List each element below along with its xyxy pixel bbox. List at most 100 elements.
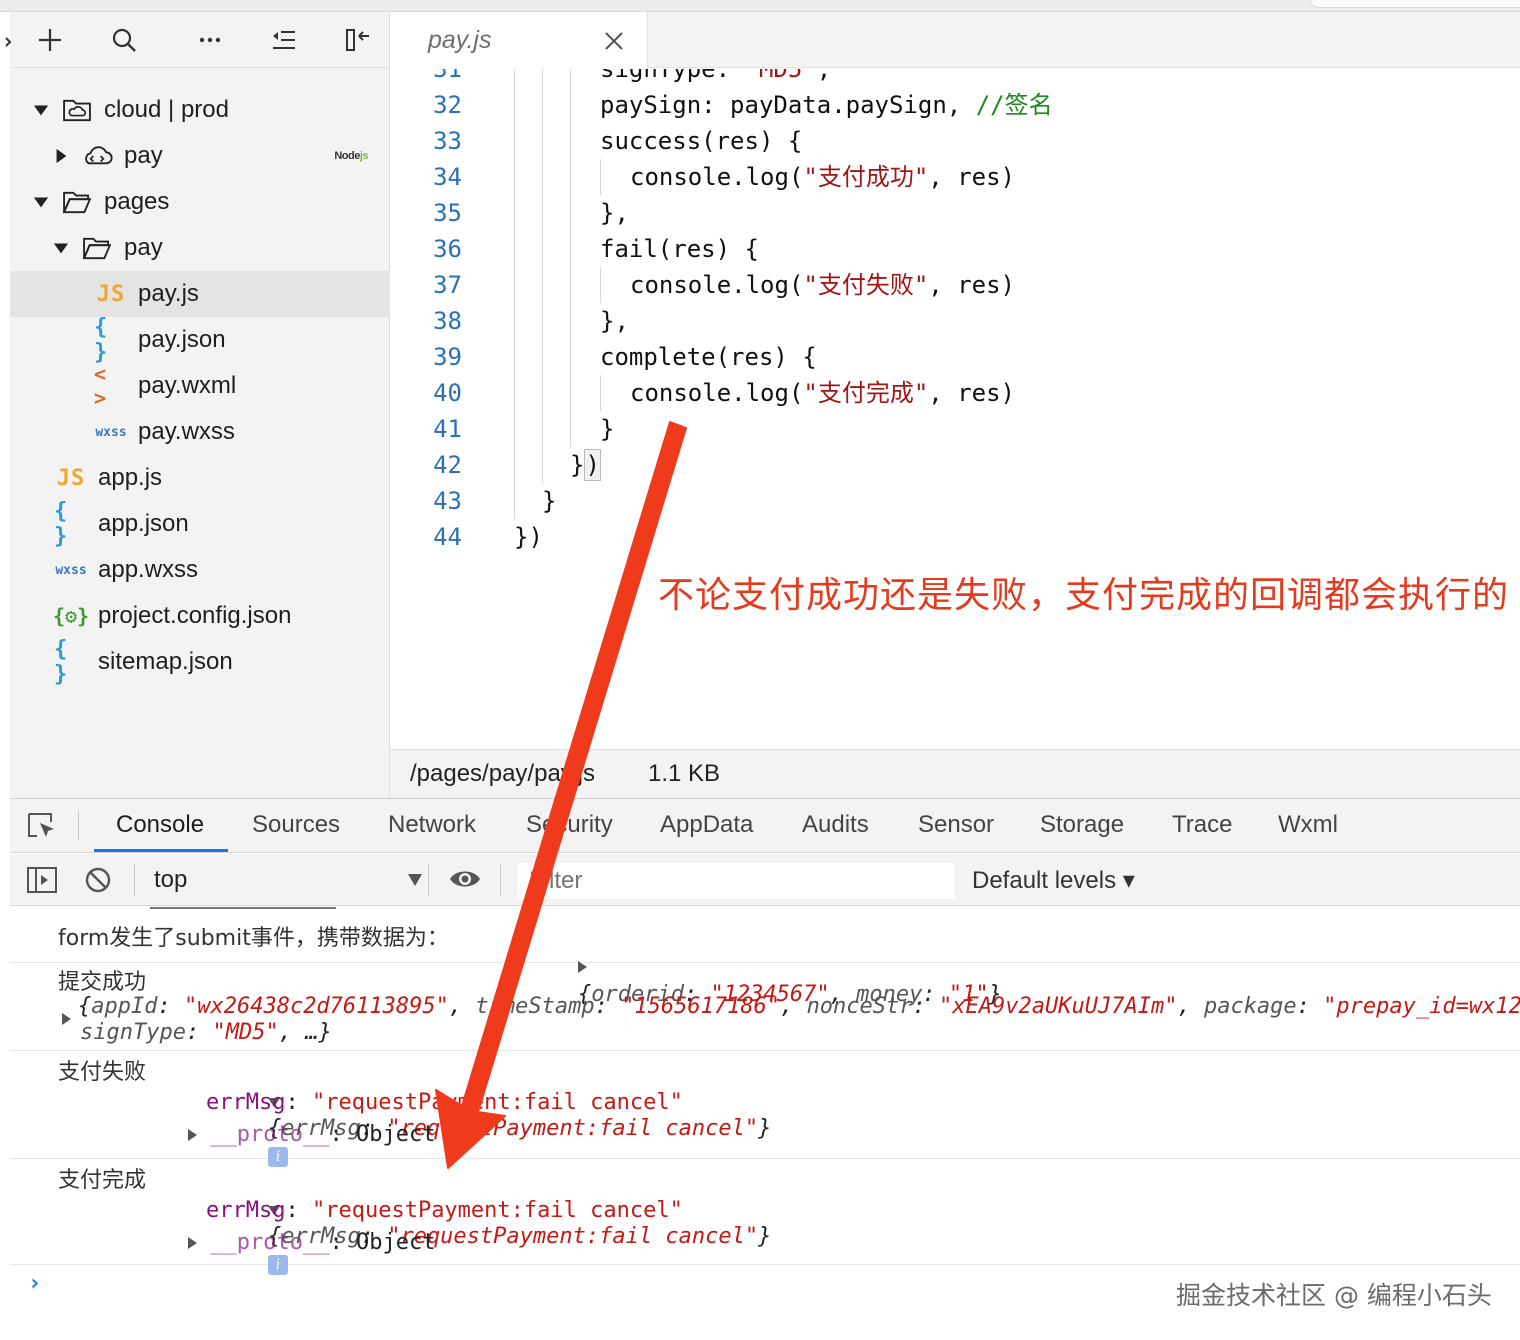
window-top-right-panel xyxy=(1310,0,1520,8)
tab-network[interactable]: Network xyxy=(388,811,476,851)
tree-item-pay[interactable]: pay xyxy=(10,225,390,271)
tree-item-app-json[interactable]: { } app.json xyxy=(10,499,390,549)
line-number: 32 xyxy=(433,91,462,119)
tab-wxml[interactable]: Wxml xyxy=(1278,811,1338,851)
json-file-icon: { } xyxy=(54,499,70,549)
annotation-text: 不论支付成功还是失败，支付完成的回调都会执行的 xyxy=(658,574,1510,615)
caret-right-icon[interactable] xyxy=(52,147,70,165)
console-message: 支付失败 {errMsg: "requestPayment:fail cance… xyxy=(10,1051,1520,1167)
tab-trace[interactable]: Trace xyxy=(1172,811,1232,851)
expand-triangle-icon[interactable] xyxy=(62,1013,71,1025)
console-message: form发生了submit事件，携带数据为： {orderid: "123456… xyxy=(10,917,1520,1007)
object-property: errMsg: "requestPayment:fail cancel" xyxy=(206,1090,683,1115)
line-number: 38 xyxy=(433,307,462,335)
context-select[interactable]: top xyxy=(152,862,422,898)
tree-item-label: pay.js xyxy=(138,280,199,307)
eye-icon[interactable] xyxy=(448,866,482,892)
sidebar-toggle-icon[interactable] xyxy=(26,866,58,894)
line-number: 43 xyxy=(433,487,462,515)
caret-down-icon[interactable] xyxy=(52,239,70,257)
search-icon xyxy=(112,28,136,52)
line-number: 41 xyxy=(433,415,462,443)
cloud-folder-icon xyxy=(60,98,94,122)
log-label: 支付完成 xyxy=(58,1168,147,1193)
clear-console-icon[interactable] xyxy=(84,866,112,894)
inspect-element-icon[interactable] xyxy=(26,811,58,841)
object-preview[interactable]: {appId: "wx26438c2d76113895", timeStamp:… xyxy=(78,993,1520,1021)
tree-item-pay-wxml[interactable]: < > pay.wxml xyxy=(10,362,390,410)
tree-item-project-config-json[interactable]: {⚙} project.config.json xyxy=(10,593,390,639)
file-size: 1.1 KB xyxy=(648,760,721,787)
separator xyxy=(134,864,135,896)
tab-audits[interactable]: Audits xyxy=(802,811,869,851)
log-levels-dropdown[interactable]: Default levels ▾ xyxy=(972,866,1135,895)
indent-guide xyxy=(570,69,571,447)
proto-property[interactable]: __proto__: Object xyxy=(188,1121,435,1149)
nodejs-badge: Nodejs xyxy=(334,150,368,162)
tree-item-sitemap-json[interactable]: { } sitemap.json xyxy=(10,637,390,687)
console-prompt[interactable]: › xyxy=(28,1271,41,1296)
collapse-tree-icon xyxy=(273,31,295,49)
close-icon[interactable] xyxy=(602,29,626,53)
line-number: 33 xyxy=(433,127,462,155)
info-icon[interactable]: i xyxy=(267,1255,288,1275)
tree-item-label: pages xyxy=(104,188,170,215)
add-file-button[interactable] xyxy=(30,22,70,58)
caret-down-icon[interactable] xyxy=(32,101,50,119)
tab-pay-js[interactable]: pay.js xyxy=(390,12,648,69)
tab-storage[interactable]: Storage xyxy=(1040,811,1124,851)
tab-sensor[interactable]: Sensor xyxy=(918,811,994,851)
filter-input[interactable] xyxy=(516,862,956,900)
editor-status-bar: /pages/pay/pay.js 1.1 KB xyxy=(390,749,1520,798)
tab-security[interactable]: Security xyxy=(526,811,613,851)
tree-item-app-wxss[interactable]: wxss app.wxss xyxy=(10,547,390,593)
code-line: console.log("支付失败", res) xyxy=(630,271,1015,299)
file-path: /pages/pay/pay.js xyxy=(410,760,596,787)
separator xyxy=(78,811,79,841)
tree-item-label: pay.wxss xyxy=(138,418,235,445)
proto-property[interactable]: __proto__: Object xyxy=(188,1229,435,1257)
caret-down-icon[interactable] xyxy=(32,193,50,211)
ide-top-area: cloud | prod pay Nodejs pages pay JS pay.js { }… xyxy=(0,0,1520,798)
code-line: console.log("支付完成", res) xyxy=(630,379,1015,407)
folder-open-icon xyxy=(60,190,94,214)
tree-item-pay-js[interactable]: JS pay.js xyxy=(10,271,390,317)
code-area[interactable]: 31 signType: 'MD5', 32 paySign: payData.pay… xyxy=(390,69,1520,749)
object-property: errMsg: "requestPayment:fail cancel" xyxy=(206,1198,683,1223)
active-tab-indicator xyxy=(94,849,228,852)
file-explorer-sidebar: cloud | prod pay Nodejs pages pay JS pay.js { }… xyxy=(5,12,390,798)
json-file-icon: { } xyxy=(94,315,110,365)
watermark-text: 掘金技术社区 @ 编程小石头 xyxy=(1176,1281,1492,1310)
indent-guide xyxy=(514,69,515,519)
tree-item-app-js[interactable]: JS app.js xyxy=(10,455,390,501)
code-line: console.log("支付成功", res) xyxy=(630,163,1015,191)
console-toolbar: top Default levels ▾ xyxy=(10,854,1520,906)
collapse-all-button[interactable] xyxy=(264,22,304,58)
tree-item-label: project.config.json xyxy=(98,602,292,629)
tree-item-pay[interactable]: pay Nodejs xyxy=(10,133,390,179)
log-label: 支付失败 xyxy=(58,1060,147,1085)
tree-item-label: app.js xyxy=(98,464,163,491)
line-number: 35 xyxy=(433,199,462,227)
log-label: form发生了submit事件，携带数据为： xyxy=(58,926,449,951)
search-button[interactable] xyxy=(104,22,144,58)
tree-item-pay-wxss[interactable]: wxss pay.wxss xyxy=(10,409,390,455)
line-number: 36 xyxy=(433,235,462,263)
tree-item-pay-json[interactable]: { } pay.json xyxy=(10,315,390,365)
tree-item-pages[interactable]: pages xyxy=(10,179,390,225)
tree-item-cloud-prod[interactable]: cloud | prod xyxy=(10,87,390,133)
devtools-tab-bar: Console Sources Network Security AppData Audi… xyxy=(10,799,1520,853)
toggle-sidebar-button[interactable] xyxy=(338,22,378,58)
tree-item-label: pay xyxy=(124,234,163,261)
tab-console[interactable]: Console xyxy=(116,811,204,851)
console-message: 提交成功 {appId: "wx26438c2d76113895", timeS… xyxy=(10,963,1520,1051)
ellipsis-icon xyxy=(199,37,221,43)
expand-triangle-icon xyxy=(188,1237,197,1249)
tree-item-label: app.json xyxy=(98,510,189,537)
tab-sources[interactable]: Sources xyxy=(252,811,340,851)
code-line: }, xyxy=(600,307,629,335)
more-button[interactable] xyxy=(190,22,230,58)
tree-item-label: sitemap.json xyxy=(98,648,233,675)
tab-appdata[interactable]: AppData xyxy=(660,811,753,851)
code-line: complete(res) { xyxy=(600,343,817,371)
